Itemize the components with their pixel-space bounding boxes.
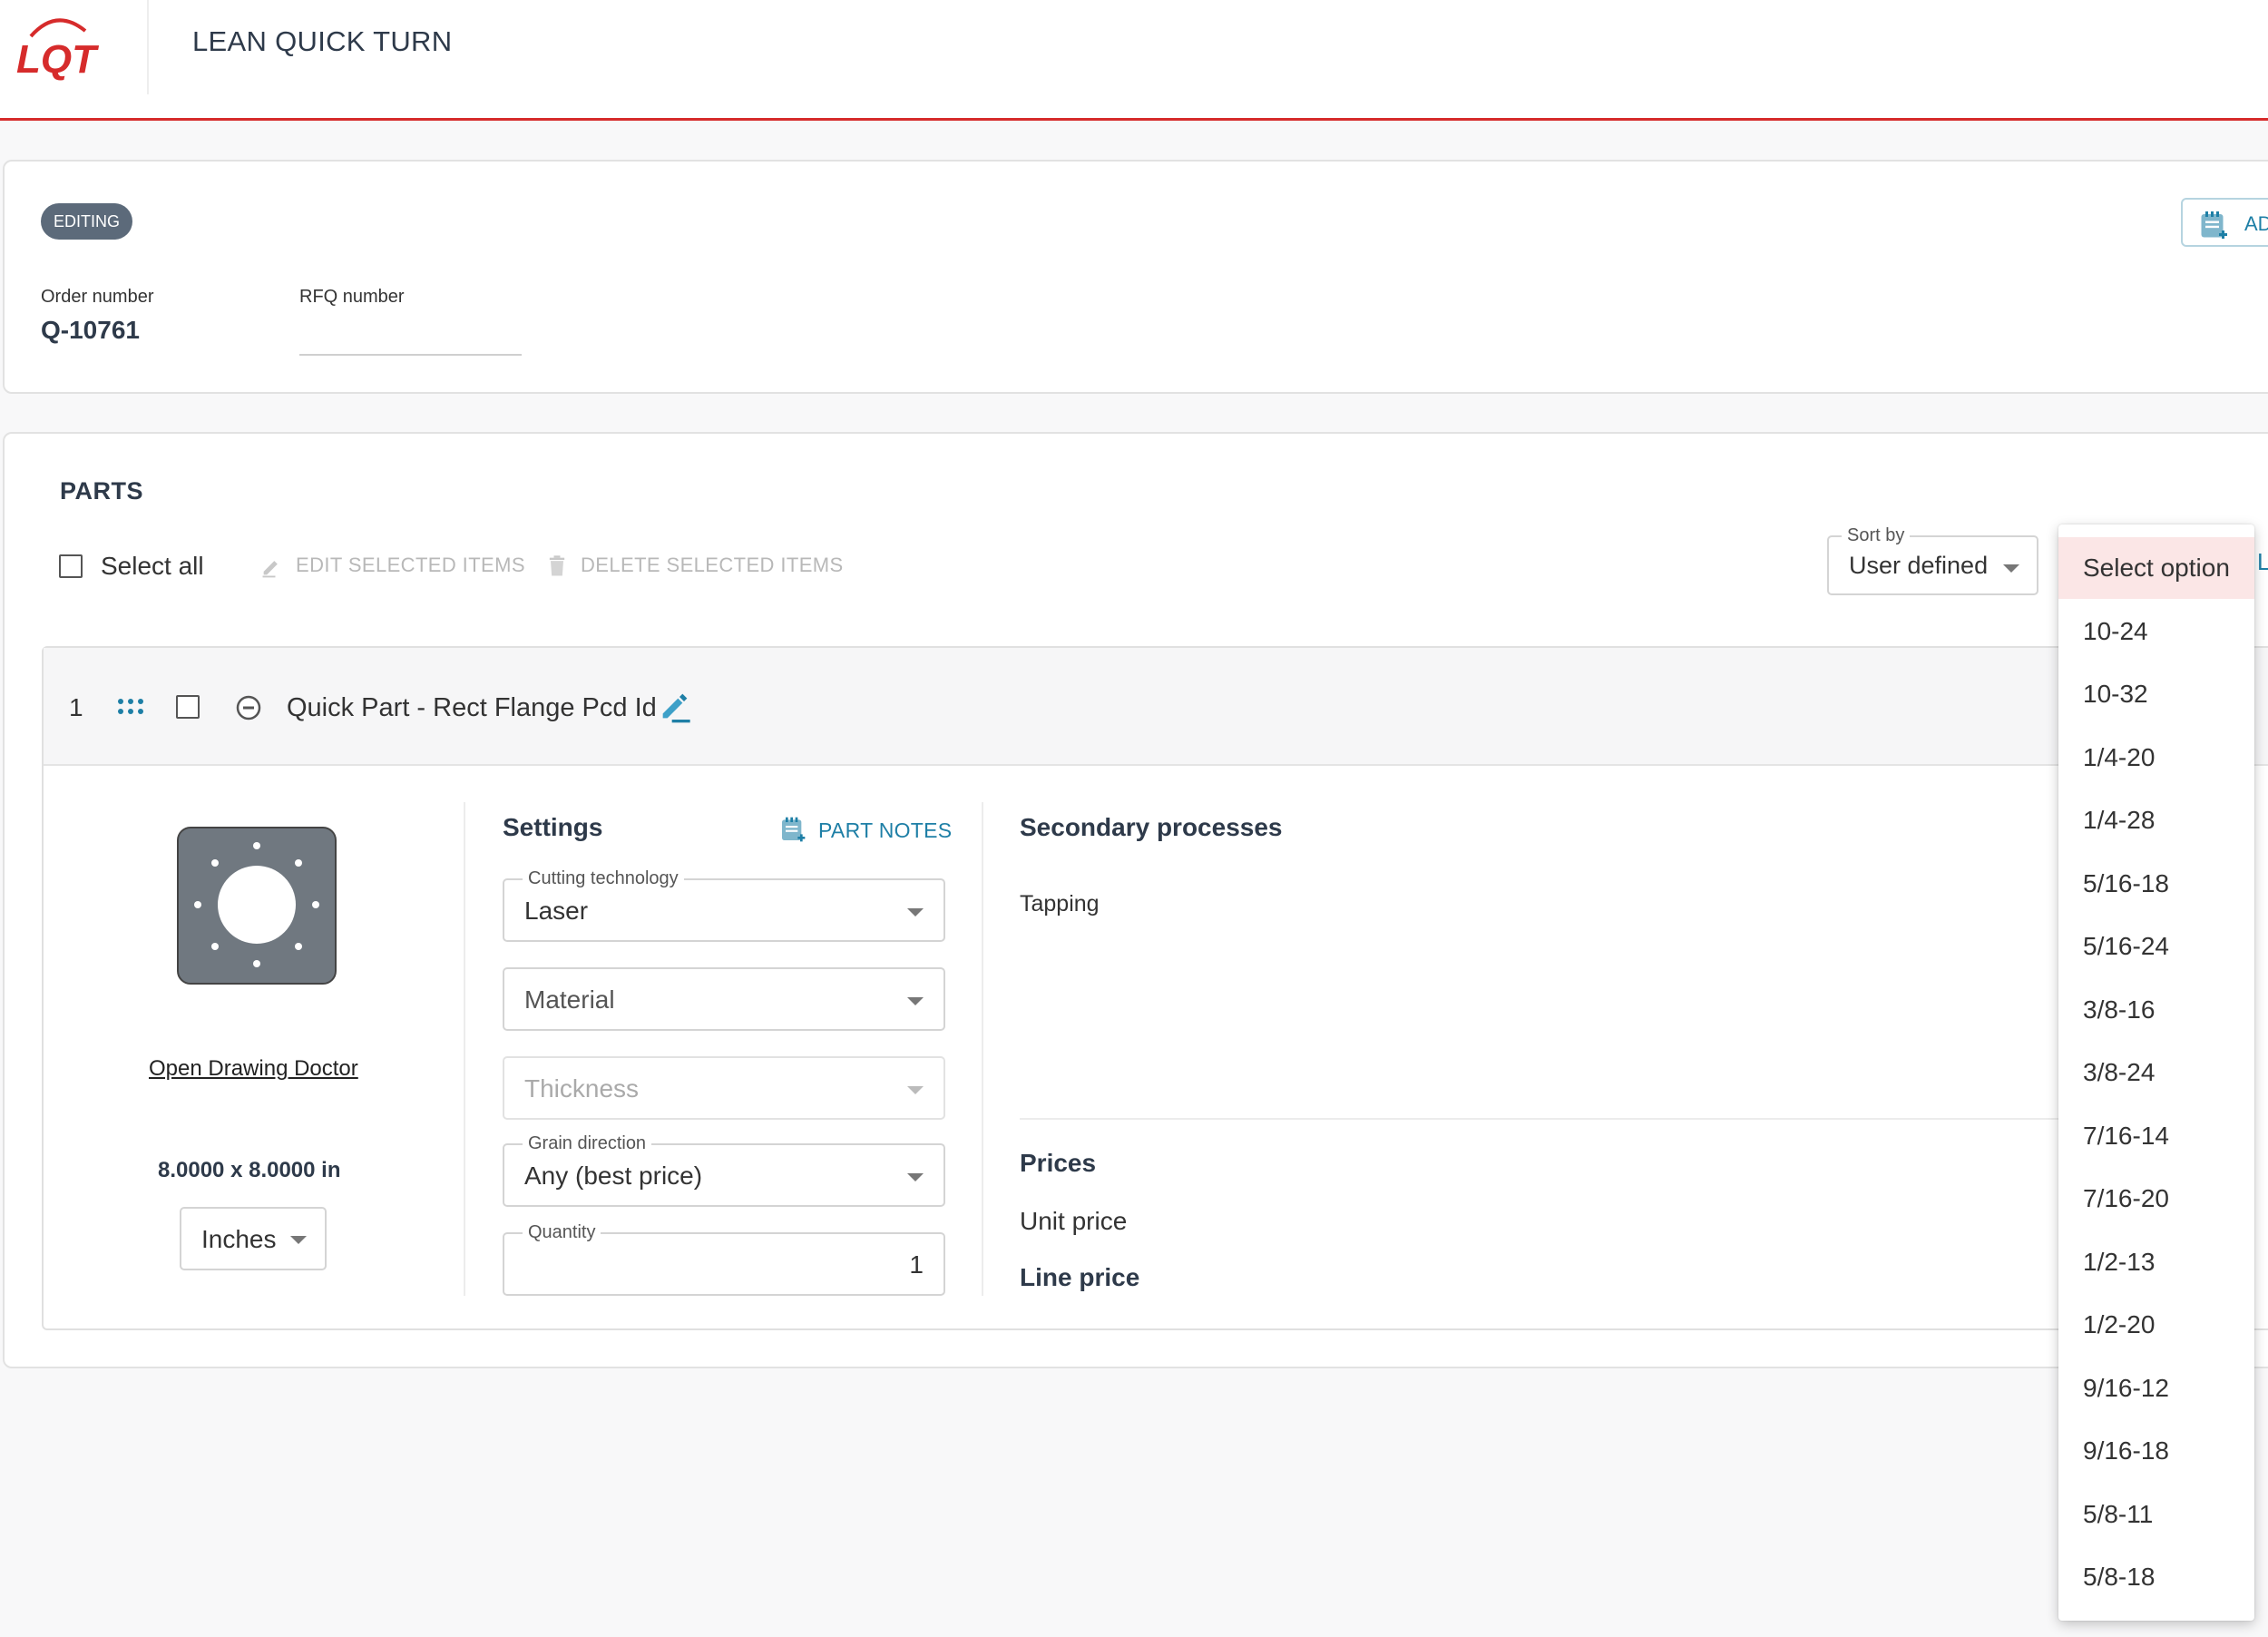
parts-title: PARTS: [60, 477, 144, 505]
dropdown-option[interactable]: 10-24: [2058, 601, 2254, 662]
chevron-down-icon: [907, 1086, 924, 1094]
material-placeholder: Material: [524, 985, 615, 1014]
cutting-technology-label: Cutting technology: [523, 868, 684, 889]
dropdown-option[interactable]: 3/8-16: [2058, 979, 2254, 1041]
dropdown-option[interactable]: 7/16-20: [2058, 1168, 2254, 1230]
part-thumbnail[interactable]: [176, 826, 337, 985]
dropdown-option[interactable]: 10-32: [2058, 663, 2254, 725]
sort-by-select[interactable]: Sort by User defined: [1827, 525, 2038, 595]
quantity-label: Quantity: [523, 1222, 601, 1243]
dropdown-option[interactable]: 9/16-12: [2058, 1358, 2254, 1419]
part-dimensions: 8.0000 x 8.0000 in: [158, 1158, 341, 1182]
quantity-value: 1: [909, 1250, 924, 1279]
dropdown-option[interactable]: 1/2-20: [2058, 1294, 2254, 1356]
quantity-input[interactable]: Quantity 1: [503, 1222, 945, 1296]
dropdown-option-select[interactable]: Select option: [2058, 537, 2254, 599]
part-name: Quick Part - Rect Flange Pcd Id: [287, 693, 657, 722]
select-all-label: Select all: [101, 552, 204, 580]
rfq-number-input[interactable]: [299, 314, 522, 352]
dropdown-option[interactable]: 5/8-11: [2058, 1484, 2254, 1545]
dropdown-option[interactable]: 5/16-18: [2058, 853, 2254, 915]
notes-add-icon: [782, 817, 806, 842]
material-select[interactable]: Material: [503, 967, 945, 1031]
collapse-icon[interactable]: [236, 695, 261, 720]
add-button-label: AD: [2244, 212, 2268, 235]
dropdown-option[interactable]: 1/4-28: [2058, 789, 2254, 851]
part-index: 1: [69, 693, 83, 721]
prices-title: Prices: [1020, 1149, 1097, 1177]
cutting-technology-value: Laser: [524, 897, 589, 925]
drag-handle-icon[interactable]: [116, 697, 145, 717]
svg-text:LQT: LQT: [16, 37, 99, 82]
chevron-down-icon: [907, 908, 924, 917]
header-divider: [147, 0, 149, 94]
thread-size-dropdown[interactable]: Select option 10-24 10-32 1/4-20 1/4-28 …: [2058, 524, 2254, 1621]
chevron-down-icon: [907, 997, 924, 1005]
column-divider: [982, 802, 983, 1296]
part-notes-button[interactable]: PART NOTES: [778, 815, 952, 848]
section-divider: [1020, 1118, 2108, 1120]
dropdown-option[interactable]: 9/16-18: [2058, 1420, 2254, 1482]
add-button[interactable]: AD: [2181, 198, 2268, 247]
sort-by-value: User defined: [1849, 552, 1989, 579]
edit-selected-label: EDIT SELECTED ITEMS: [296, 554, 525, 576]
lqt-logo[interactable]: LQT: [11, 9, 102, 82]
grain-direction-label: Grain direction: [523, 1133, 652, 1154]
delete-selected-label: DELETE SELECTED ITEMS: [581, 554, 844, 576]
dropdown-option[interactable]: 1/4-20: [2058, 727, 2254, 789]
thickness-select[interactable]: Thickness: [503, 1056, 945, 1120]
chevron-down-icon: [907, 1173, 924, 1181]
units-value: Inches: [201, 1225, 277, 1253]
settings-title: Settings: [503, 813, 603, 841]
pencil-icon[interactable]: [657, 688, 693, 724]
delete-selected-button[interactable]: DELETE SELECTED ITEMS: [549, 554, 844, 577]
dropdown-option[interactable]: 5/8-18: [2058, 1546, 2254, 1608]
part-card: 1 Quick Part - Rect Flange Pcd Id Open D…: [42, 646, 2268, 1330]
status-badge: EDITING: [41, 203, 133, 240]
sort-by-label: Sort by: [1842, 525, 1911, 546]
rfq-underline: [299, 354, 522, 356]
hidden-button-peek[interactable]: L: [2257, 548, 2268, 576]
app-title: LEAN QUICK TURN: [192, 25, 453, 57]
grain-direction-select[interactable]: Grain direction Any (best price): [503, 1133, 945, 1207]
part-checkbox[interactable]: [176, 695, 200, 719]
select-all-checkbox[interactable]: [59, 554, 83, 578]
secondary-process-tapping: Tapping: [1020, 891, 1100, 917]
rfq-number-label: RFQ number: [299, 287, 405, 307]
order-number-value: Q-10761: [41, 316, 140, 344]
units-select[interactable]: Inches: [180, 1207, 327, 1270]
chevron-down-icon: [2003, 564, 2019, 573]
notes-add-icon: [2201, 211, 2227, 239]
edit-icon: [262, 561, 278, 578]
app-header: LQT LEAN QUICK TURN: [0, 0, 2268, 121]
dropdown-option[interactable]: 7/16-14: [2058, 1105, 2254, 1167]
column-divider: [464, 802, 465, 1296]
trash-icon: [549, 555, 565, 576]
order-card: [3, 160, 2268, 394]
order-number-label: Order number: [41, 287, 154, 307]
part-notes-label: PART NOTES: [818, 818, 953, 842]
cutting-technology-select[interactable]: Cutting technology Laser: [503, 868, 945, 942]
thickness-placeholder: Thickness: [524, 1074, 640, 1103]
chevron-down-icon: [290, 1236, 307, 1244]
part-header: 1 Quick Part - Rect Flange Pcd Id: [44, 648, 2268, 766]
edit-selected-button[interactable]: EDIT SELECTED ITEMS: [262, 554, 525, 578]
dropdown-option[interactable]: 5/16-24: [2058, 916, 2254, 977]
open-drawing-doctor-link[interactable]: Open Drawing Doctor: [149, 1056, 358, 1082]
dropdown-option[interactable]: 1/2-13: [2058, 1231, 2254, 1293]
unit-price-label: Unit price: [1020, 1207, 1128, 1235]
grain-direction-value: Any (best price): [524, 1162, 703, 1190]
line-price-label: Line price: [1020, 1263, 1140, 1291]
secondary-processes-title: Secondary processes: [1020, 813, 1283, 841]
dropdown-option[interactable]: 3/8-24: [2058, 1042, 2254, 1103]
